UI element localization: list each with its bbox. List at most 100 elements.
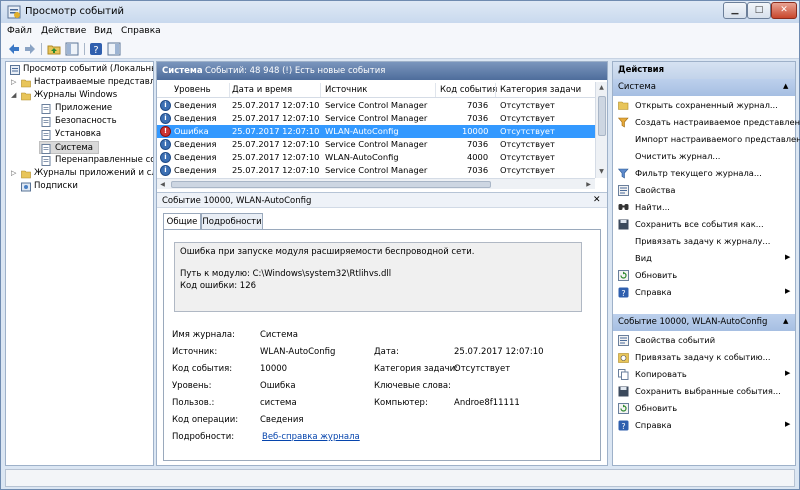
events-vertical-scrollbar[interactable]: ▲ ▼ xyxy=(595,82,607,178)
navigation-tree: Просмотр событий (Локальный) ▷ Настраива… xyxy=(5,61,154,466)
cell-category: Отсутствует xyxy=(500,152,555,162)
table-row-selected[interactable]: ! Ошибка 25.07.2017 12:07:10 WLAN-AutoCo… xyxy=(157,125,595,138)
menu-action[interactable]: Действие xyxy=(41,26,86,36)
column-event-id[interactable]: Код события xyxy=(440,85,497,95)
action-copy[interactable]: Копировать ▶ xyxy=(613,366,795,383)
tree-item-security[interactable]: Безопасность xyxy=(8,115,153,128)
tab-details[interactable]: Подробности xyxy=(201,213,263,229)
expand-arrow-icon[interactable]: ▷ xyxy=(11,167,19,180)
expand-arrow-icon[interactable]: ▷ xyxy=(11,76,19,89)
column-level[interactable]: Уровень xyxy=(174,85,211,95)
actions-header: Действия xyxy=(613,62,795,79)
forward-arrow-icon[interactable] xyxy=(23,42,37,56)
collapse-arrow-icon[interactable]: ▲ xyxy=(783,317,788,325)
tree-item-app-service-logs[interactable]: ▷ Журналы приложений и служб xyxy=(8,167,153,180)
section-label: Событие 10000, WLAN-AutoConfig xyxy=(618,317,768,327)
column-divider[interactable] xyxy=(435,83,436,97)
maximize-button[interactable]: □ xyxy=(747,2,771,19)
tree-item-application[interactable]: Приложение xyxy=(8,102,153,115)
scroll-thumb[interactable] xyxy=(598,96,606,136)
minimize-button[interactable]: ▁ xyxy=(723,2,747,19)
event-message: Ошибка при запуске модуля расширяемости … xyxy=(174,242,582,312)
back-arrow-icon[interactable] xyxy=(7,42,21,56)
tab-general[interactable]: Общие xyxy=(163,213,201,230)
action-label: Справка xyxy=(635,420,672,430)
scroll-left-icon[interactable]: ◀ xyxy=(157,179,168,190)
opcode-value: Сведения xyxy=(260,415,304,425)
date-value: 25.07.2017 12:07:10 xyxy=(454,347,544,357)
menu-help[interactable]: Справка xyxy=(121,26,161,36)
table-row[interactable]: i Сведения 25.07.2017 12:07:10 Service C… xyxy=(157,138,595,151)
action-filter-log[interactable]: Фильтр текущего журнала... xyxy=(613,165,795,182)
column-divider[interactable] xyxy=(320,83,321,97)
tree-item-setup[interactable]: Установка xyxy=(8,128,153,141)
action-properties[interactable]: Свойства xyxy=(613,182,795,199)
cell-date: 25.07.2017 12:07:10 xyxy=(232,126,320,136)
table-row[interactable]: i Сведения 25.07.2017 12:07:10 Service C… xyxy=(157,112,595,125)
toolbar: ? xyxy=(1,40,799,59)
tree-item-root[interactable]: Просмотр событий (Локальный) xyxy=(8,63,153,76)
action-find[interactable]: Найти... xyxy=(613,199,795,216)
action-save-selected-events[interactable]: Сохранить выбранные события... xyxy=(613,383,795,400)
help-icon[interactable]: ? xyxy=(89,42,103,56)
action-clear-log[interactable]: Очистить журнал... xyxy=(613,148,795,165)
event-log-help-link[interactable]: Веб-справка журнала xyxy=(262,432,360,442)
scroll-thumb[interactable] xyxy=(171,181,491,188)
action-label: Обновить xyxy=(635,270,678,280)
close-button[interactable]: ✕ xyxy=(771,2,797,19)
log-icon xyxy=(41,117,51,127)
table-row[interactable]: i Сведения 25.07.2017 12:07:10 WLAN-Auto… xyxy=(157,151,595,164)
task-icon xyxy=(618,353,629,363)
menu-view[interactable]: Вид xyxy=(94,26,112,36)
action-open-saved-log[interactable]: Открыть сохраненный журнал... xyxy=(613,97,795,114)
tree-item-windows-logs[interactable]: ◢ Журналы Windows xyxy=(8,89,153,102)
submenu-arrow-icon: ▶ xyxy=(785,287,791,295)
tree-item-forwarded-events[interactable]: Перенаправленные события xyxy=(8,154,153,167)
column-category[interactable]: Категория задачи xyxy=(500,85,581,95)
log-icon xyxy=(41,104,51,114)
scroll-down-icon[interactable]: ▼ xyxy=(596,166,607,177)
action-label: Сохранить выбранные события... xyxy=(635,386,781,396)
table-row[interactable]: i Сведения 25.07.2017 12:07:10 Service C… xyxy=(157,99,595,112)
close-icon[interactable]: ✕ xyxy=(593,195,601,205)
cell-date: 25.07.2017 12:07:10 xyxy=(232,113,320,123)
level-value: Ошибка xyxy=(260,381,296,391)
show-tree-icon[interactable] xyxy=(65,42,79,56)
menu-file[interactable]: Файл xyxy=(7,26,32,36)
cell-level: Ошибка xyxy=(174,126,209,136)
action-refresh[interactable]: Обновить xyxy=(613,267,795,284)
column-divider[interactable] xyxy=(495,83,496,97)
cell-date: 25.07.2017 12:07:10 xyxy=(232,100,320,110)
collapse-arrow-icon[interactable]: ◢ xyxy=(11,89,19,102)
tree-item-system[interactable]: Система xyxy=(39,141,99,154)
action-help[interactable]: ? Справка ▶ xyxy=(613,284,795,301)
action-help-event[interactable]: ? Справка ▶ xyxy=(613,417,795,434)
folder-icon xyxy=(21,79,31,88)
tree-item-subscriptions[interactable]: Подписки xyxy=(8,180,153,193)
action-refresh-event[interactable]: Обновить xyxy=(613,400,795,417)
actions-section-event[interactable]: Событие 10000, WLAN-AutoConfig ▲ xyxy=(613,314,795,331)
action-import-custom-view[interactable]: Импорт настраиваемого представления... xyxy=(613,131,800,148)
table-row[interactable]: i Сведения 25.07.2017 12:07:10 Service C… xyxy=(157,164,595,177)
action-create-custom-view[interactable]: Создать настраиваемое представление... xyxy=(613,114,800,131)
action-attach-task-to-log[interactable]: Привязать задачу к журналу... xyxy=(613,233,795,250)
tree-item-label: Установка xyxy=(55,129,102,139)
action-label: Копировать xyxy=(635,369,687,379)
collapse-arrow-icon[interactable]: ▲ xyxy=(783,82,788,90)
action-event-properties[interactable]: Свойства событий xyxy=(613,332,795,349)
action-save-all-events[interactable]: Сохранить все события как... xyxy=(613,216,795,233)
action-pane-icon[interactable] xyxy=(107,42,121,56)
actions-section-system[interactable]: Система ▲ xyxy=(613,79,795,96)
info-icon: i xyxy=(160,100,171,111)
log-name-value: Система xyxy=(260,330,298,340)
events-horizontal-scrollbar[interactable]: ◀ ▶ xyxy=(157,178,595,189)
action-view[interactable]: Вид ▶ xyxy=(613,250,795,267)
column-date[interactable]: Дата и время xyxy=(232,85,292,95)
scroll-right-icon[interactable]: ▶ xyxy=(583,179,594,190)
column-divider[interactable] xyxy=(229,83,230,97)
up-folder-icon[interactable] xyxy=(47,42,61,56)
scroll-up-icon[interactable]: ▲ xyxy=(596,82,607,93)
action-attach-task-to-event[interactable]: Привязать задачу к событию... xyxy=(613,349,795,366)
column-source[interactable]: Источник xyxy=(325,85,367,95)
tree-item-custom-views[interactable]: ▷ Настраиваемые представления xyxy=(8,76,153,89)
